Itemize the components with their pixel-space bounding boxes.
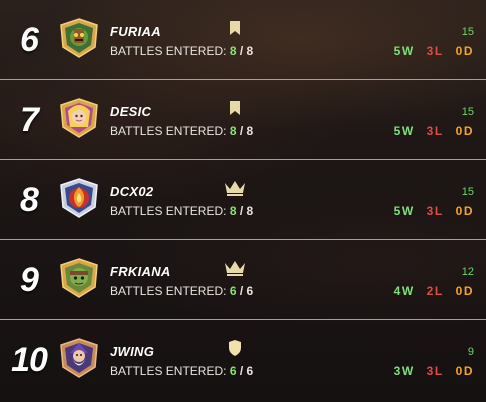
battles-separator: /	[236, 204, 247, 218]
leaderboard-row[interactable]: 9 FRKIANA BATTLES ENTERED: 6 / 6 12 4W 2L…	[0, 240, 486, 320]
draws: 0D	[455, 284, 474, 298]
losses: 2L	[426, 284, 444, 298]
battles-entered-label: BATTLES ENTERED:	[110, 284, 227, 298]
leaderboard-row[interactable]: 10 JWING BATTLES ENTERED: 6 / 6 9 3W 3L 0D	[0, 320, 486, 400]
win-loss-draw: 5W 3L 0D	[382, 204, 474, 218]
battles-entered: BATTLES ENTERED: 8 / 8	[110, 124, 253, 138]
losses: 3L	[426, 124, 444, 138]
wins: 5W	[393, 124, 415, 138]
player-name[interactable]: DCX02	[110, 184, 153, 199]
avatar-goblin-knight-icon	[60, 258, 98, 298]
losses: 3L	[426, 364, 444, 378]
battles-entered-count: 8	[229, 124, 237, 138]
battles-entered-count: 6	[229, 284, 237, 298]
leaderboard-row[interactable]: 7 DESIC BATTLES ENTERED: 8 / 8 15 5W 3L 0D	[0, 80, 486, 160]
battles-entered: BATTLES ENTERED: 6 / 6	[110, 364, 253, 378]
battles-total: 8	[246, 44, 254, 58]
avatar	[58, 257, 100, 299]
battles-entered-label: BATTLES ENTERED:	[110, 124, 227, 138]
avatar-bearded-wizard-icon	[60, 338, 98, 378]
rank-number: 10	[11, 340, 48, 379]
battles-total: 6	[246, 284, 254, 298]
battles-entered-label: BATTLES ENTERED:	[110, 204, 227, 218]
player-name[interactable]: JWING	[110, 344, 154, 359]
battles-entered-count: 8	[229, 44, 237, 58]
rank-number: 7	[20, 100, 39, 139]
battles-entered-count: 6	[229, 364, 237, 378]
win-loss-draw: 4W 2L 0D	[382, 284, 474, 298]
draws: 0D	[455, 204, 474, 218]
leaderboard-list: 6 FURIAA BATTLES ENTERED: 8 / 8 15 5W 3L 0…	[0, 0, 486, 400]
score: 15	[461, 26, 474, 38]
crown-icon	[222, 178, 248, 198]
flag-icon	[222, 18, 248, 38]
battles-separator: /	[236, 44, 247, 58]
flag-icon	[222, 98, 248, 118]
avatar	[58, 177, 100, 219]
draws: 0D	[455, 364, 474, 378]
wins: 4W	[393, 284, 415, 298]
avatar-fire-spirit-icon	[60, 178, 98, 218]
battles-separator: /	[236, 364, 247, 378]
draws: 0D	[455, 124, 474, 138]
rank-number: 6	[20, 20, 39, 59]
battles-entered-count: 8	[229, 204, 237, 218]
player-name[interactable]: FRKIANA	[110, 264, 171, 279]
avatar	[58, 337, 100, 379]
battles-separator: /	[236, 284, 247, 298]
battles-entered: BATTLES ENTERED: 6 / 6	[110, 284, 253, 298]
battles-entered-label: BATTLES ENTERED:	[110, 364, 227, 378]
battles-separator: /	[236, 124, 247, 138]
draws: 0D	[455, 44, 474, 58]
score: 9	[467, 346, 474, 358]
win-loss-draw: 3W 3L 0D	[382, 364, 474, 378]
losses: 3L	[426, 44, 444, 58]
losses: 3L	[426, 204, 444, 218]
avatar-green-tower-icon	[60, 18, 98, 58]
avatar	[58, 97, 100, 139]
rank-number: 8	[20, 180, 39, 219]
score: 12	[461, 266, 474, 278]
shield-icon	[222, 338, 248, 358]
battles-total: 8	[246, 204, 254, 218]
battles-total: 6	[246, 364, 254, 378]
wins: 5W	[393, 44, 415, 58]
battles-entered-label: BATTLES ENTERED:	[110, 44, 227, 58]
wins: 5W	[393, 204, 415, 218]
score: 15	[461, 186, 474, 198]
avatar	[58, 17, 100, 59]
win-loss-draw: 5W 3L 0D	[382, 44, 474, 58]
battles-entered: BATTLES ENTERED: 8 / 8	[110, 44, 253, 58]
leaderboard-row[interactable]: 8 DCX02 BATTLES ENTERED: 8 / 8 15 5W 3L 0D	[0, 160, 486, 240]
battles-total: 8	[246, 124, 254, 138]
battles-entered: BATTLES ENTERED: 8 / 8	[110, 204, 253, 218]
player-name[interactable]: DESIC	[110, 104, 151, 119]
rank-number: 9	[20, 260, 39, 299]
avatar-blonde-mage-icon	[60, 98, 98, 138]
player-name[interactable]: FURIAA	[110, 24, 161, 39]
score: 15	[461, 106, 474, 118]
crown-icon	[222, 258, 248, 278]
wins: 3W	[393, 364, 415, 378]
leaderboard-row[interactable]: 6 FURIAA BATTLES ENTERED: 8 / 8 15 5W 3L 0…	[0, 0, 486, 80]
win-loss-draw: 5W 3L 0D	[382, 124, 474, 138]
